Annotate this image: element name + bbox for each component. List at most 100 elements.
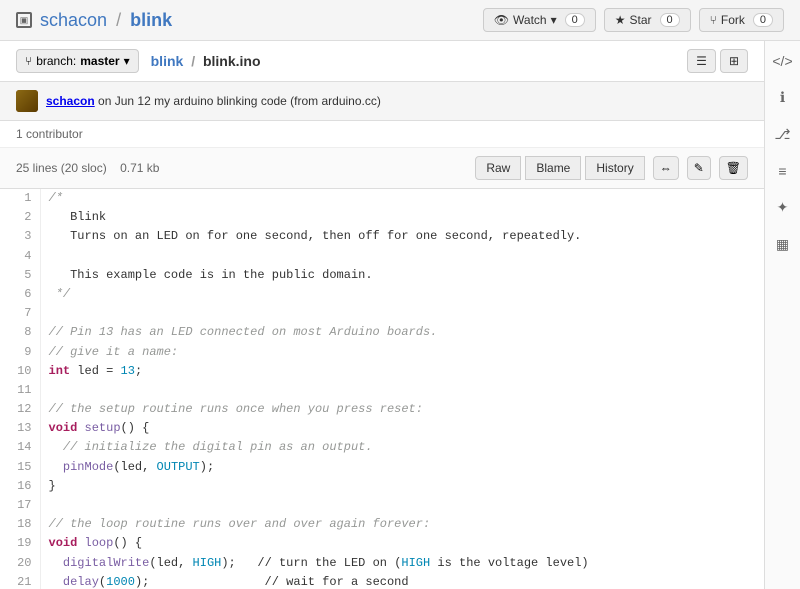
branch-selector[interactable]: ⑂ branch: master ▾ <box>16 49 139 73</box>
line-number[interactable]: 9 <box>0 343 40 362</box>
line-number[interactable]: 16 <box>0 477 40 496</box>
avatar-image <box>16 90 38 112</box>
line-number[interactable]: 7 <box>0 304 40 323</box>
line-number[interactable]: 18 <box>0 515 40 534</box>
line-content: This example code is in the public domai… <box>40 266 764 285</box>
line-content: } <box>40 477 764 496</box>
line-number[interactable]: 2 <box>0 208 40 227</box>
commit-info: schacon on Jun 12 my arduino blinking co… <box>46 94 381 108</box>
fork-button[interactable]: ⑂ Fork 0 <box>699 8 784 32</box>
repo-owner-link[interactable]: schacon <box>40 10 107 30</box>
table-row: 13 void setup() { <box>0 419 764 438</box>
line-content: Blink <box>40 208 764 227</box>
commit-message: my arduino blinking code (from arduino.c… <box>154 94 381 108</box>
wrap-button[interactable]: ⇔ <box>653 156 679 180</box>
breadcrumb: blink / blink.ino <box>151 53 688 69</box>
line-content: Turns on an LED on for one second, then … <box>40 227 764 246</box>
history-button[interactable]: History <box>585 156 644 180</box>
book-icon[interactable]: ≡ <box>774 159 790 183</box>
watch-label: Watch <box>513 13 547 27</box>
line-number[interactable]: 13 <box>0 419 40 438</box>
code-meta: 25 lines (20 sloc) 0.71 kb <box>16 161 475 175</box>
line-number[interactable]: 5 <box>0 266 40 285</box>
fork-icon: ⑂ <box>710 13 717 27</box>
line-number[interactable]: 21 <box>0 573 40 589</box>
line-number[interactable]: 17 <box>0 496 40 515</box>
edit-button[interactable]: ✎ <box>687 156 711 180</box>
dropdown-icon: ▾ <box>124 54 130 68</box>
line-content: // initialize the digital pin as an outp… <box>40 438 764 457</box>
table-row: 3 Turns on an LED on for one second, the… <box>0 227 764 246</box>
table-row: 16 } <box>0 477 764 496</box>
star-icon: ★ <box>615 13 626 27</box>
fork-label: Fork <box>721 13 745 27</box>
repo-path: schacon / blink <box>40 10 483 31</box>
chart-icon[interactable]: ▦ <box>772 232 793 257</box>
code-view: 1 /* 2 Blink 3 Turns on an LED on for on… <box>0 189 764 589</box>
list-view-button[interactable]: ☰ <box>687 49 716 73</box>
line-number[interactable]: 14 <box>0 438 40 457</box>
line-number[interactable]: 15 <box>0 458 40 477</box>
table-row: 7 <box>0 304 764 323</box>
commit-author-link[interactable]: schacon <box>46 94 95 108</box>
table-row: 19 void loop() { <box>0 534 764 553</box>
fork-count: 0 <box>753 13 773 27</box>
grid-view-button[interactable]: ⊞ <box>720 49 748 73</box>
line-number[interactable]: 20 <box>0 554 40 573</box>
top-header: ▣ schacon / blink 👁 Watch ▾ 0 ★ Star 0 ⑂… <box>0 0 800 41</box>
line-content <box>40 496 764 515</box>
lines-info: 25 lines (20 sloc) <box>16 161 107 175</box>
line-content: pinMode(led, OUTPUT); <box>40 458 764 477</box>
line-content: */ <box>40 285 764 304</box>
breadcrumb-separator: / <box>191 53 199 69</box>
info-icon[interactable]: ℹ <box>776 85 789 110</box>
blame-button[interactable]: Blame <box>525 156 581 180</box>
code-table: 1 /* 2 Blink 3 Turns on an LED on for on… <box>0 189 764 589</box>
plus-icon[interactable]: ✦ <box>773 195 793 220</box>
line-number[interactable]: 10 <box>0 362 40 381</box>
repo-icon: ▣ <box>16 12 32 28</box>
watch-dropdown-icon: ▾ <box>551 13 557 27</box>
table-row: 18 // the loop routine runs over and ove… <box>0 515 764 534</box>
breadcrumb-parent-link[interactable]: blink <box>151 53 184 69</box>
star-button[interactable]: ★ Star 0 <box>604 8 691 32</box>
branch-label: branch: <box>36 54 76 68</box>
table-row: 9 // give it a name: <box>0 343 764 362</box>
table-row: 15 pinMode(led, OUTPUT); <box>0 458 764 477</box>
table-row: 14 // initialize the digital pin as an o… <box>0 438 764 457</box>
table-row: 21 delay(1000); // wait for a second <box>0 573 764 589</box>
branch-history-icon[interactable]: ⎇ <box>770 122 794 147</box>
commit-date: on <box>98 94 115 108</box>
line-number[interactable]: 19 <box>0 534 40 553</box>
repo-name-link[interactable]: blink <box>130 10 172 30</box>
line-content: /* <box>40 189 764 208</box>
line-number[interactable]: 4 <box>0 247 40 266</box>
line-content: digitalWrite(led, HIGH); // turn the LED… <box>40 554 764 573</box>
line-number[interactable]: 1 <box>0 189 40 208</box>
line-number[interactable]: 8 <box>0 323 40 342</box>
watch-button[interactable]: 👁 Watch ▾ 0 <box>483 8 596 32</box>
line-content <box>40 247 764 266</box>
raw-button[interactable]: Raw <box>475 156 521 180</box>
table-row: 6 */ <box>0 285 764 304</box>
line-content: // the loop routine runs over and over a… <box>40 515 764 534</box>
breadcrumb-filename: blink.ino <box>203 53 261 69</box>
table-row: 12 // the setup routine runs once when y… <box>0 400 764 419</box>
line-content <box>40 381 764 400</box>
code-icon[interactable]: </> <box>768 49 796 73</box>
table-row: 10 int led = 13; <box>0 362 764 381</box>
contributors-line: 1 contributor <box>0 121 764 148</box>
line-content: // the setup routine runs once when you … <box>40 400 764 419</box>
delete-button[interactable]: 🗑 <box>719 156 748 180</box>
line-content: int led = 13; <box>40 362 764 381</box>
line-content: void setup() { <box>40 419 764 438</box>
line-content: // Pin 13 has an LED connected on most A… <box>40 323 764 342</box>
line-number[interactable]: 12 <box>0 400 40 419</box>
main-layout: ⑂ branch: master ▾ blink / blink.ino ☰ ⊞… <box>0 41 800 589</box>
line-number[interactable]: 11 <box>0 381 40 400</box>
line-number[interactable]: 3 <box>0 227 40 246</box>
file-actions: ☰ ⊞ <box>687 49 748 73</box>
table-row: 1 /* <box>0 189 764 208</box>
line-number[interactable]: 6 <box>0 285 40 304</box>
commit-date-value: Jun 12 <box>115 94 151 108</box>
